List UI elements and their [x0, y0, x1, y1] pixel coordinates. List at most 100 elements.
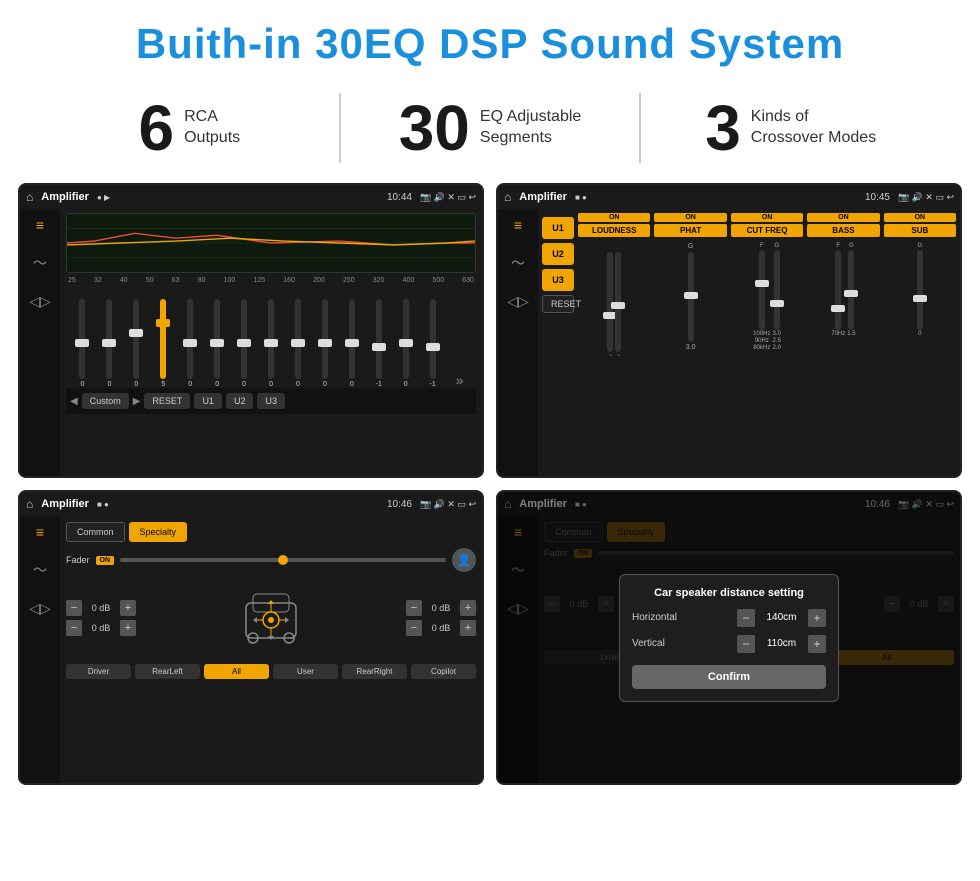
vertical-control: − 110cm +	[737, 635, 826, 653]
screen3-title: Amplifier	[41, 498, 89, 510]
horizontal-control: − 140cm +	[737, 609, 826, 627]
u2-preset[interactable]: U2	[542, 243, 574, 265]
u1-preset[interactable]: U1	[542, 217, 574, 239]
db-plus-rr[interactable]: +	[460, 620, 476, 636]
profile-icon-3[interactable]: 👤	[452, 548, 476, 572]
cutfreq-section: ON CUT FREQ F 100Hz 90Hz 80kHz G	[731, 213, 803, 472]
eq-expand[interactable]: »	[447, 372, 472, 388]
db-plus-fr[interactable]: +	[460, 600, 476, 616]
common-tab-3[interactable]: Common	[66, 522, 125, 542]
reset-btn-1[interactable]: RESET	[144, 393, 190, 409]
phat-slider[interactable]	[688, 252, 694, 342]
eq-icon-3[interactable]: ≡	[36, 524, 44, 540]
rearleft-btn-3[interactable]: RearLeft	[135, 664, 200, 679]
status-bar-1: ⌂ Amplifier ● ▶ 10:44 📷 🔊 ✕ ▭ ↩	[20, 185, 482, 209]
wave-icon[interactable]: 〜	[33, 253, 47, 273]
db-minus-rl[interactable]: −	[66, 620, 82, 636]
fader-slider[interactable]	[120, 558, 446, 562]
wave-icon-2[interactable]: 〜	[511, 253, 525, 273]
eq-graph	[66, 213, 476, 273]
u2-btn-1[interactable]: U2	[226, 393, 254, 409]
screen3-dots: ■ ●	[97, 500, 109, 509]
horizontal-minus[interactable]: −	[737, 609, 755, 627]
loudness-section: ON LOUDNESS ~ ~	[578, 213, 650, 472]
eq-icon-2[interactable]: ≡	[514, 217, 522, 233]
vertical-label: Vertical	[632, 638, 692, 649]
eq-slider-4[interactable]: 5	[151, 299, 176, 388]
loudness-slider-2[interactable]: ~	[615, 252, 621, 359]
driver-btn-3[interactable]: Driver	[66, 664, 131, 679]
home-icon-1[interactable]: ⌂	[26, 190, 33, 204]
db-minus-fr[interactable]: −	[406, 600, 422, 616]
user-btn-3[interactable]: User	[273, 664, 338, 679]
eq-slider-5[interactable]: 0	[178, 299, 203, 388]
eq-slider-2[interactable]: 0	[97, 299, 122, 388]
dialog-overlay: Car speaker distance setting Horizontal …	[498, 492, 960, 783]
eq-slider-1[interactable]: 0	[70, 299, 95, 388]
screen3-icons: 📷 🔊 ✕ ▭ ↩	[420, 499, 476, 510]
custom-btn[interactable]: Custom	[82, 393, 129, 409]
stat-number-eq: 30	[399, 96, 470, 160]
eq-slider-14[interactable]: -1	[420, 299, 445, 388]
rearright-btn-3[interactable]: RearRight	[342, 664, 407, 679]
stat-label-rca: RCA Outputs	[184, 107, 240, 149]
status-bar-2: ⌂ Amplifier ■ ● 10:45 📷 🔊 ✕ ▭ ↩	[498, 185, 960, 209]
screen-crossover: ⌂ Amplifier ■ ● 10:45 📷 🔊 ✕ ▭ ↩ ≡ 〜 ◁▷ U…	[496, 183, 962, 478]
volume-icon-3[interactable]: ◁▷	[29, 600, 51, 617]
screen2-dots: ■ ●	[575, 193, 587, 202]
home-icon-2[interactable]: ⌂	[504, 190, 511, 204]
speaker-side-icons: ≡ 〜 ◁▷	[20, 516, 60, 783]
vertical-minus[interactable]: −	[737, 635, 755, 653]
crossover-sliders-area: ON LOUDNESS ~ ~	[578, 213, 956, 472]
horizontal-plus[interactable]: +	[808, 609, 826, 627]
horizontal-value: 140cm	[759, 612, 804, 623]
db-row-fl: − 0 dB +	[66, 600, 136, 616]
db-minus-fl[interactable]: −	[66, 600, 82, 616]
eq-slider-10[interactable]: 0	[312, 299, 337, 388]
wave-icon-3[interactable]: 〜	[33, 560, 47, 580]
eq-slider-3[interactable]: 0	[124, 299, 149, 388]
sub-section: ON SUB G 0	[884, 213, 956, 472]
volume-icon-2[interactable]: ◁▷	[507, 293, 529, 310]
reset-crossover[interactable]: RESET	[542, 295, 574, 313]
eq-slider-11[interactable]: 0	[339, 299, 364, 388]
eq-bottom-bar: ◀ Custom ▶ RESET U1 U2 U3	[66, 388, 476, 414]
preset-col: U1 U2 U3 RESET	[542, 213, 574, 472]
specialty-tab-3[interactable]: Specialty	[129, 522, 188, 542]
sub-on: ON	[884, 213, 956, 222]
db-minus-rr[interactable]: −	[406, 620, 422, 636]
eq-slider-6[interactable]: 0	[205, 299, 230, 388]
eq-slider-7[interactable]: 0	[232, 299, 257, 388]
eq-slider-8[interactable]: 0	[259, 299, 284, 388]
cutfreq-header: CUT FREQ	[731, 224, 803, 237]
all-btn-3[interactable]: All	[204, 664, 269, 679]
copilot-btn-3[interactable]: Copilot	[411, 664, 476, 679]
confirm-button[interactable]: Confirm	[632, 665, 826, 689]
screen1-icons: 📷 🔊 ✕ ▭ ↩	[420, 192, 476, 203]
crossover-side-icons: ≡ 〜 ◁▷	[498, 209, 538, 476]
screen1-title: Amplifier	[41, 191, 89, 203]
u3-preset[interactable]: U3	[542, 269, 574, 291]
prev-arrow[interactable]: ◀	[70, 396, 78, 407]
next-arrow[interactable]: ▶	[133, 396, 141, 407]
eq-icon[interactable]: ≡	[36, 217, 44, 233]
db-plus-rl[interactable]: +	[120, 620, 136, 636]
screen1-time: 10:44	[387, 192, 412, 203]
stat-divider-2	[639, 93, 641, 163]
eq-slider-12[interactable]: -1	[366, 299, 391, 388]
screen1-dots: ● ▶	[97, 193, 110, 202]
stat-crossover: 3 Kinds of Crossover Modes	[661, 96, 920, 160]
u1-btn-1[interactable]: U1	[194, 393, 222, 409]
eq-main-area: 2532405063 80100125160200 25032040050063…	[60, 209, 482, 476]
eq-slider-9[interactable]: 0	[286, 299, 311, 388]
vertical-plus[interactable]: +	[808, 635, 826, 653]
stat-number-crossover: 3	[705, 96, 741, 160]
eq-slider-13[interactable]: 0	[393, 299, 418, 388]
vertical-value: 110cm	[759, 638, 804, 649]
home-icon-3[interactable]: ⌂	[26, 497, 33, 511]
u3-btn-1[interactable]: U3	[257, 393, 285, 409]
stat-number-rca: 6	[139, 96, 175, 160]
db-plus-fl[interactable]: +	[120, 600, 136, 616]
volume-icon[interactable]: ◁▷	[29, 293, 51, 310]
screen-speaker: ⌂ Amplifier ■ ● 10:46 📷 🔊 ✕ ▭ ↩ ≡ 〜 ◁▷ C…	[18, 490, 484, 785]
